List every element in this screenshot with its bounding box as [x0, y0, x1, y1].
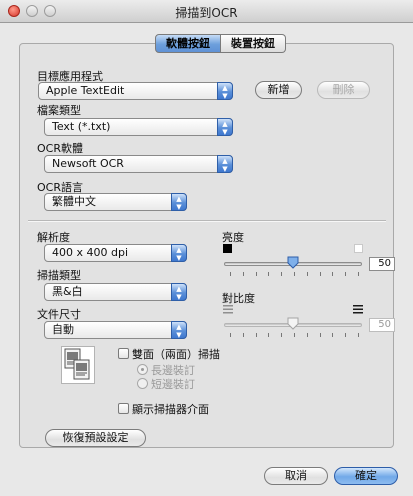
slider-tick: [332, 272, 333, 276]
section-divider: [28, 220, 386, 222]
slider-tick: [345, 333, 346, 337]
popup-arrows-icon: ▲ ▼: [171, 321, 187, 339]
file-type-value: Text (*.txt): [52, 120, 111, 133]
short-edge-radio[interactable]: [137, 378, 148, 389]
slider-tick: [294, 272, 295, 276]
ocr-software-value: Newsoft OCR: [52, 157, 124, 170]
title-bar: 掃描到OCR: [0, 0, 413, 23]
slider-tick: [307, 272, 308, 276]
brightness-ticks: [230, 272, 360, 277]
contrast-label: 對比度: [222, 292, 255, 305]
document-size-value: 自動: [52, 323, 74, 336]
slider-tick: [230, 272, 231, 276]
duplex-pages-icon: [61, 346, 95, 384]
slider-tick: [256, 272, 257, 276]
popup-arrows-icon: ▲ ▼: [171, 244, 187, 262]
low-contrast-icon: [223, 305, 233, 314]
contrast-ticks: [230, 333, 360, 338]
high-contrast-icon: [353, 305, 363, 314]
popup-arrows-icon: ▲ ▼: [171, 283, 187, 301]
slider-tick: [307, 333, 308, 337]
slider-tick: [358, 272, 359, 276]
slider-tick: [256, 333, 257, 337]
resolution-popup[interactable]: 400 x 400 dpi ▲ ▼: [44, 244, 187, 262]
file-type-popup[interactable]: Text (*.txt) ▲ ▼: [44, 118, 233, 136]
document-size-label: 文件尺寸: [37, 308, 81, 321]
slider-tick: [281, 333, 282, 337]
tab-bar: 軟體按鈕 裝置按鈕: [155, 34, 286, 53]
file-type-label: 檔案類型: [37, 104, 81, 117]
brightness-slider-knob[interactable]: [287, 256, 299, 269]
slider-tick: [332, 333, 333, 337]
slider-tick: [320, 272, 321, 276]
target-app-popup[interactable]: Apple TextEdit ▲ ▼: [38, 82, 233, 100]
show-scanner-interface-checkbox[interactable]: [118, 403, 129, 414]
slider-tick: [243, 272, 244, 276]
brightness-value-field[interactable]: 50: [369, 257, 395, 271]
duplex-label: 雙面（兩面）掃描: [132, 348, 220, 361]
scan-type-label: 掃描類型: [37, 269, 81, 282]
resolution-label: 解析度: [37, 231, 70, 244]
popup-arrows-icon: ▲ ▼: [217, 118, 233, 136]
restore-defaults-button[interactable]: 恢復預設設定: [45, 429, 146, 447]
scan-type-value: 黑&白: [52, 285, 83, 298]
delete-button[interactable]: 刪除: [317, 81, 370, 99]
slider-tick: [294, 333, 295, 337]
slider-tick: [281, 272, 282, 276]
ocr-language-value: 繁體中文: [52, 195, 96, 208]
slider-tick: [230, 333, 231, 337]
cancel-button[interactable]: 取消: [264, 467, 328, 485]
contrast-slider-knob[interactable]: [287, 317, 299, 330]
slider-tick: [268, 333, 269, 337]
slider-tick: [358, 333, 359, 337]
popup-arrows-icon: ▲ ▼: [217, 155, 233, 173]
slider-tick: [243, 333, 244, 337]
popup-arrows-icon: ▲ ▼: [171, 193, 187, 211]
add-button[interactable]: 新增: [255, 81, 302, 99]
tab-software-button[interactable]: 軟體按鈕: [155, 34, 221, 53]
ocr-software-label: OCR軟體: [37, 142, 83, 155]
brightness-label: 亮度: [222, 231, 244, 244]
document-size-popup[interactable]: 自動 ▲ ▼: [44, 321, 187, 339]
slider-tick: [320, 333, 321, 337]
window-title: 掃描到OCR: [175, 6, 238, 20]
resolution-value: 400 x 400 dpi: [52, 246, 129, 259]
tab-device-button[interactable]: 裝置按鈕: [221, 34, 286, 53]
duplex-checkbox[interactable]: [118, 348, 129, 359]
slider-tick: [345, 272, 346, 276]
popup-arrows-icon: ▲ ▼: [217, 82, 233, 100]
show-scanner-interface-label: 顯示掃描器介面: [132, 403, 209, 416]
ok-button[interactable]: 確定: [334, 467, 398, 485]
dark-square-icon: [223, 244, 232, 253]
long-edge-radio[interactable]: [137, 364, 148, 375]
ocr-software-popup[interactable]: Newsoft OCR ▲ ▼: [44, 155, 233, 173]
contrast-value-field[interactable]: 50: [369, 318, 395, 332]
short-edge-label: 短邊裝訂: [151, 378, 195, 391]
ocr-language-popup[interactable]: 繁體中文 ▲ ▼: [44, 193, 187, 211]
scan-type-popup[interactable]: 黑&白 ▲ ▼: [44, 283, 187, 301]
light-square-icon: [354, 244, 363, 253]
slider-tick: [268, 272, 269, 276]
target-app-value: Apple TextEdit: [46, 84, 125, 97]
